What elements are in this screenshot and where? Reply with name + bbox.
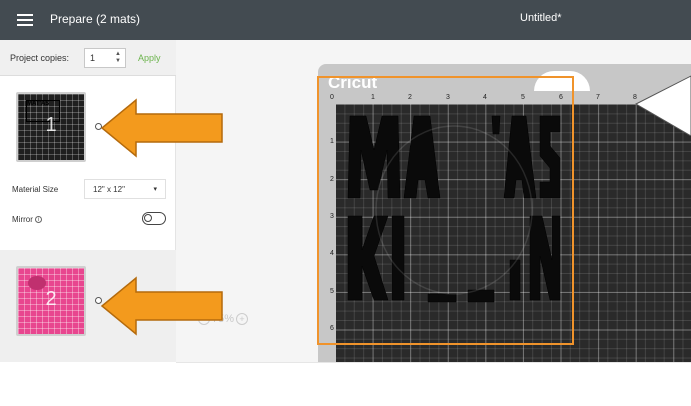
top-bar: Prepare (2 mats) Untitled*: [0, 0, 691, 40]
annotation-arrow-2: [100, 276, 223, 336]
document-name: Untitled*: [520, 12, 562, 24]
material-size-label: Material Size: [12, 185, 59, 194]
project-copies-value: 1: [90, 53, 96, 63]
material-size-value: 12" x 12": [93, 185, 125, 194]
project-copies-row: Project copies: 1 ▲ ▼ Apply: [0, 40, 176, 76]
page-title: Prepare (2 mats): [50, 12, 141, 26]
callout-pointer: [634, 75, 691, 136]
mirror-toggle[interactable]: [142, 212, 166, 225]
annotation-arrow-1: [100, 98, 223, 158]
mat-1-thumbnail[interactable]: MAT'AS 1: [16, 92, 86, 162]
material-size-select[interactable]: 12" x 12" ▾: [84, 179, 166, 199]
mat-1-number: 1: [45, 114, 57, 136]
mirror-label: Mirror: [12, 215, 33, 224]
mat-2-thumbnail[interactable]: 2: [16, 266, 86, 336]
caret-down-icon: ▾: [153, 186, 157, 193]
toggle-knob: [144, 214, 152, 222]
footer-divider: [176, 362, 691, 363]
apply-button[interactable]: Apply: [138, 53, 161, 63]
project-copies-input[interactable]: 1 ▲ ▼: [84, 48, 126, 68]
mat-2-number: 2: [45, 288, 57, 310]
copies-stepper[interactable]: ▲ ▼: [115, 51, 121, 65]
ruler-tick: 7: [596, 94, 600, 101]
project-copies-label: Project copies:: [10, 53, 70, 63]
selection-box[interactable]: [317, 76, 574, 345]
zoom-in-button[interactable]: +: [236, 313, 249, 325]
footer-area: [0, 362, 691, 406]
hamburger-menu-icon[interactable]: [17, 14, 33, 26]
mirror-row: Mirror i: [12, 215, 42, 224]
info-icon[interactable]: i: [34, 216, 42, 224]
